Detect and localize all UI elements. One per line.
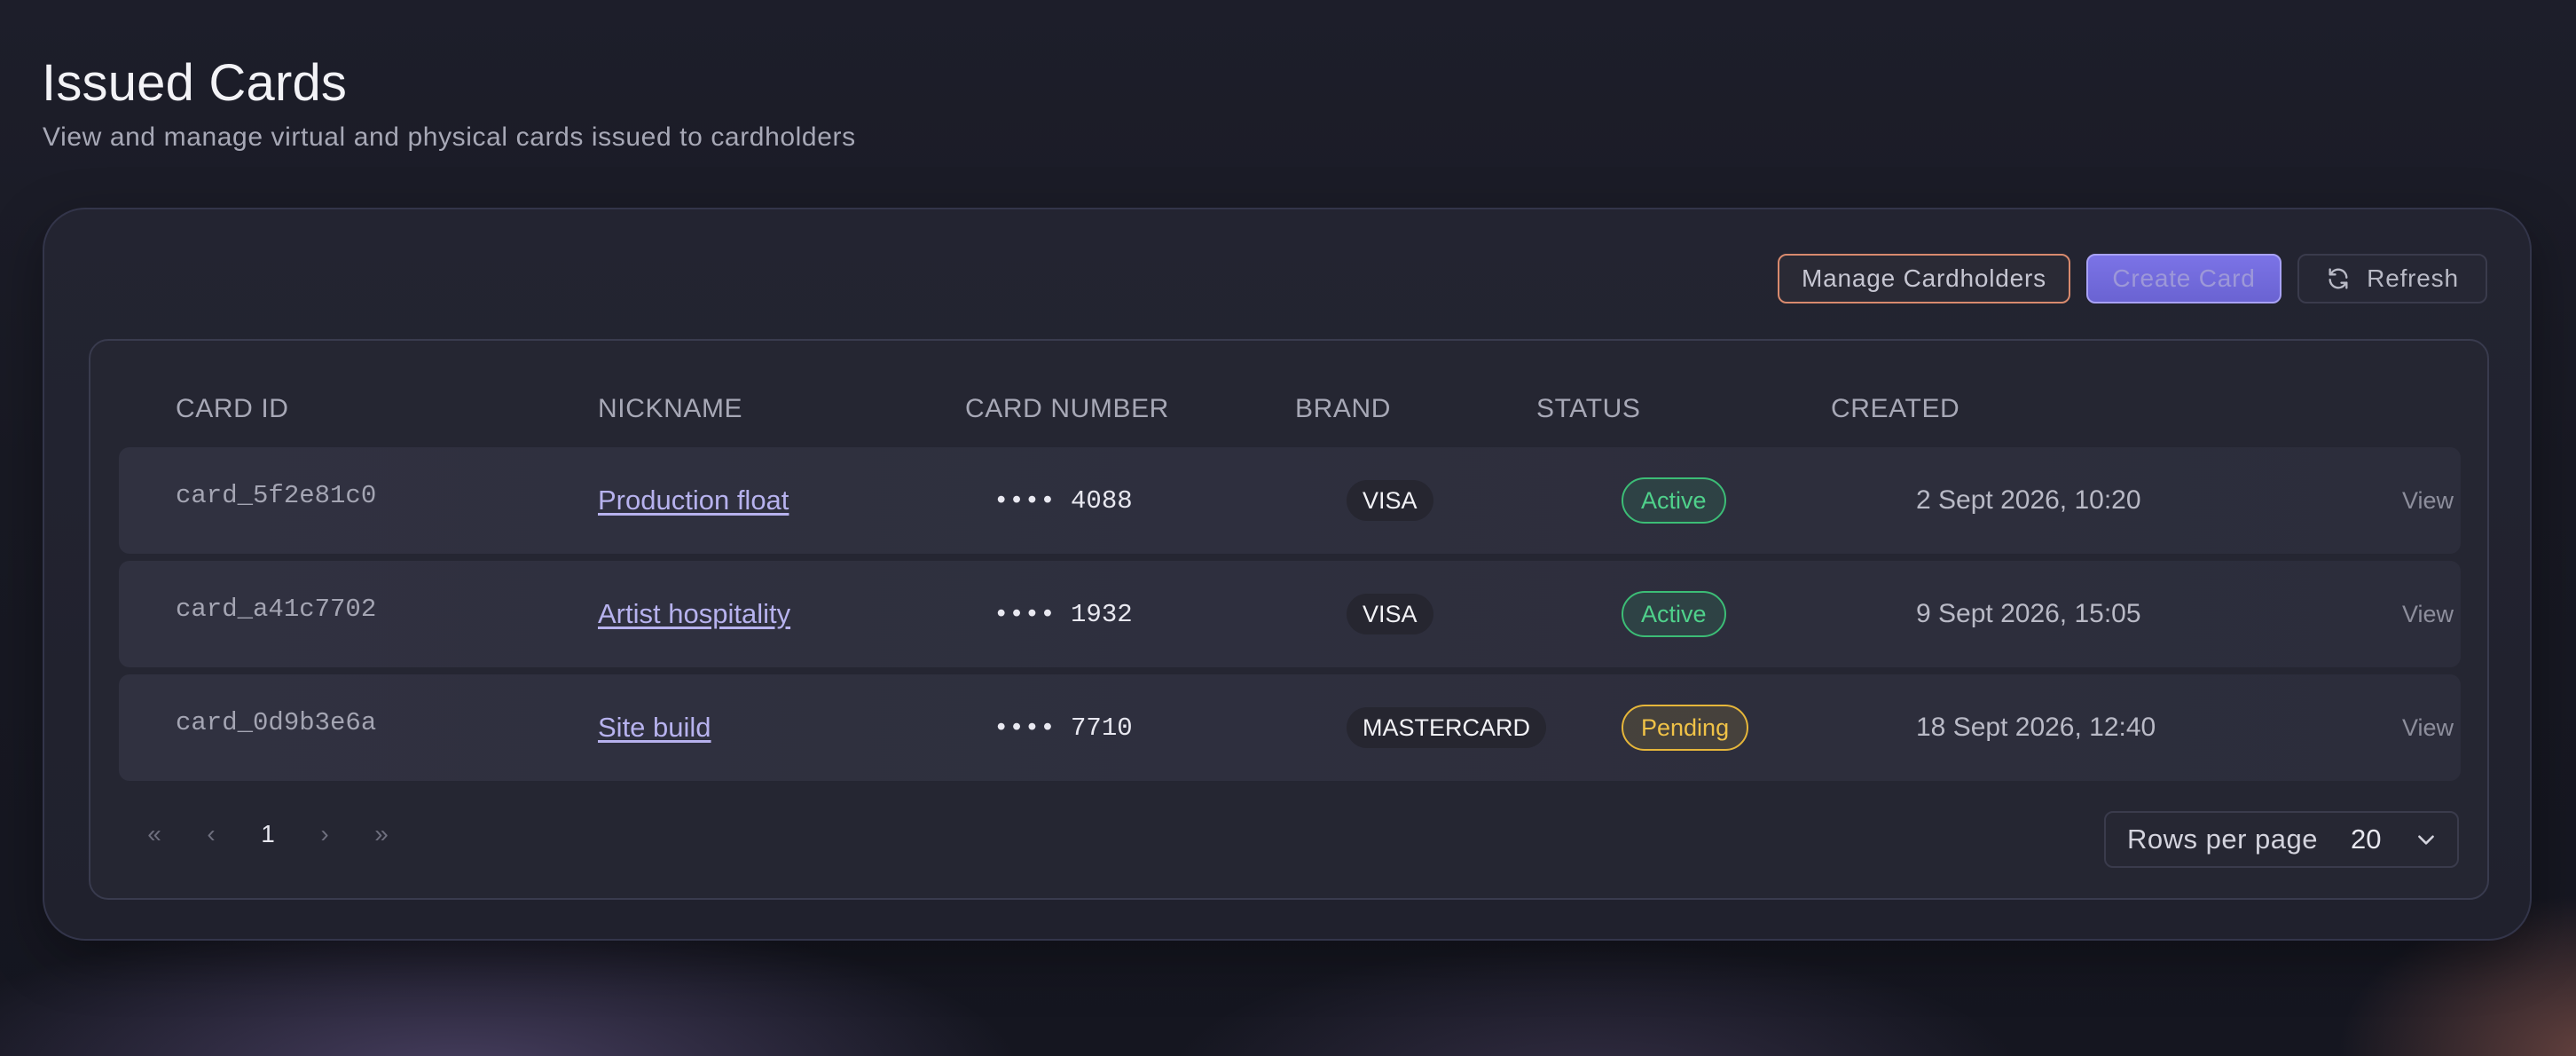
- brand-cell: VISA: [1347, 447, 1433, 554]
- pagination: « ‹ 1 › »: [126, 808, 410, 861]
- last-page-button[interactable]: »: [353, 820, 410, 848]
- card-number-cell: •••• 4088: [993, 485, 1133, 516]
- column-header-brand: BRAND: [1295, 394, 1392, 423]
- prev-page-button[interactable]: ‹: [183, 820, 240, 848]
- view-button[interactable]: View: [2402, 447, 2454, 554]
- table-row: card_a41c7702 Artist hospitality •••• 19…: [119, 561, 2461, 667]
- brand-badge: VISA: [1347, 480, 1433, 521]
- view-button[interactable]: View: [2402, 561, 2454, 667]
- card-id-cell: card_5f2e81c0: [176, 480, 377, 510]
- card-number-cell: •••• 7710: [993, 713, 1133, 743]
- created-cell: 18 Sept 2026, 12:40: [1916, 713, 2156, 742]
- nickname-link[interactable]: Artist hospitality: [598, 561, 790, 667]
- column-header-status: STATUS: [1536, 394, 1641, 423]
- column-header-card-number: CARD NUMBER: [965, 394, 1169, 423]
- status-badge: Pending: [1622, 705, 1749, 751]
- page-subtitle: View and manage virtual and physical car…: [43, 122, 856, 152]
- table-row: card_0d9b3e6a Site build •••• 7710 MASTE…: [119, 674, 2461, 781]
- brand-badge: VISA: [1347, 594, 1433, 634]
- next-page-button[interactable]: ›: [296, 820, 353, 848]
- toolbar: Manage Cardholders Create Card Refresh: [1778, 254, 2487, 303]
- page-title: Issued Cards: [42, 54, 348, 112]
- refresh-button-label: Refresh: [2367, 264, 2459, 292]
- create-card-button[interactable]: Create Card: [2086, 254, 2281, 303]
- cards-table: CARD ID NICKNAME CARD NUMBER BRAND STATU…: [89, 339, 2489, 900]
- status-cell: Active: [1622, 447, 1726, 554]
- card-id-cell: card_0d9b3e6a: [176, 707, 377, 737]
- table-header: CARD ID NICKNAME CARD NUMBER BRAND STATU…: [90, 341, 2487, 447]
- created-cell: 2 Sept 2026, 10:20: [1916, 485, 2141, 515]
- refresh-icon: [2329, 268, 2348, 289]
- column-header-card-id: CARD ID: [176, 394, 289, 423]
- first-page-button[interactable]: «: [126, 820, 183, 848]
- rows-per-page-value: 20: [2351, 824, 2382, 855]
- brand-cell: MASTERCARD: [1347, 674, 1547, 781]
- status-cell: Active: [1622, 561, 1726, 667]
- brand-cell: VISA: [1347, 561, 1433, 667]
- chevron-down-icon: [2418, 835, 2435, 845]
- cards-panel: Manage Cardholders Create Card Refresh C…: [43, 208, 2532, 941]
- brand-badge: MASTERCARD: [1347, 707, 1547, 748]
- rows-per-page-label: Rows per page: [2127, 824, 2319, 855]
- manage-cardholders-button[interactable]: Manage Cardholders: [1778, 254, 2070, 303]
- status-badge: Active: [1622, 477, 1726, 524]
- rows-per-page-select[interactable]: Rows per page 20: [2104, 811, 2459, 868]
- refresh-button[interactable]: Refresh: [2297, 254, 2487, 303]
- nickname-link[interactable]: Production float: [598, 447, 789, 554]
- card-id-cell: card_a41c7702: [176, 594, 377, 624]
- view-button[interactable]: View: [2402, 674, 2454, 781]
- current-page[interactable]: 1: [240, 820, 296, 848]
- status-badge: Active: [1622, 591, 1726, 637]
- column-header-nickname: NICKNAME: [598, 394, 743, 423]
- nickname-link[interactable]: Site build: [598, 674, 711, 781]
- card-number-cell: •••• 1932: [993, 599, 1133, 629]
- table-row: card_5f2e81c0 Production float •••• 4088…: [119, 447, 2461, 554]
- status-cell: Pending: [1622, 674, 1749, 781]
- created-cell: 9 Sept 2026, 15:05: [1916, 599, 2141, 628]
- column-header-created: CREATED: [1831, 394, 1960, 423]
